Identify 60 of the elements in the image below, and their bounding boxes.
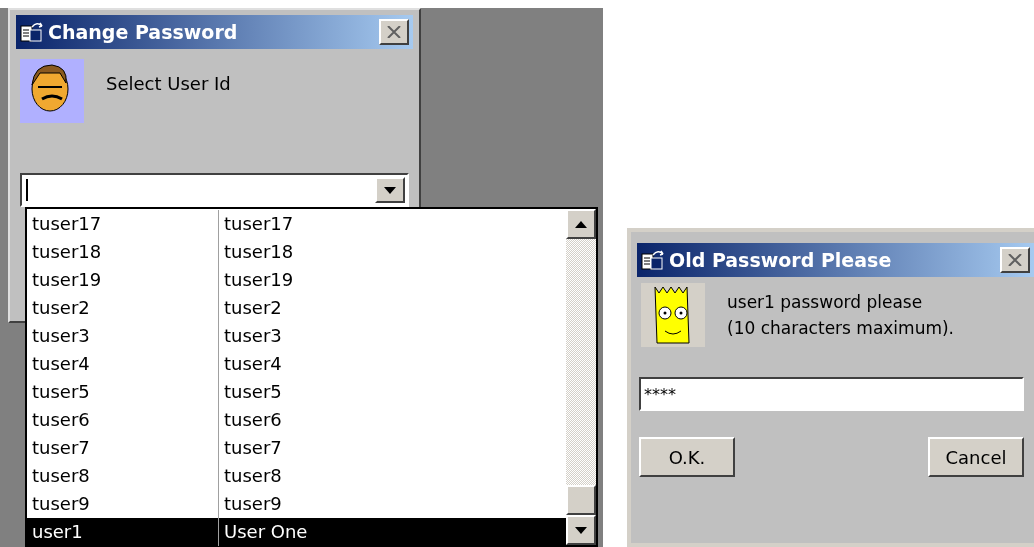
- user-id-cell: tuser3: [27, 322, 219, 350]
- cancel-button[interactable]: Cancel: [928, 437, 1024, 477]
- user-id-cell: tuser18: [27, 238, 219, 266]
- user-name-cell-text: tuser8: [223, 464, 283, 488]
- list-row[interactable]: tuser17 tuser17: [27, 210, 566, 238]
- message-text: user1 password please: [727, 291, 924, 314]
- close-icon: [387, 26, 401, 38]
- prompt-text: Select User Id: [106, 73, 231, 96]
- up-arrow-icon: [575, 220, 587, 228]
- scrollbar[interactable]: [566, 209, 596, 545]
- user-id-cell: tuser8: [27, 462, 219, 490]
- user-id-cell: tuser5: [27, 378, 219, 406]
- scroll-up-button[interactable]: [566, 209, 596, 239]
- down-arrow-icon: [384, 186, 396, 194]
- dropdown-button[interactable]: [375, 177, 405, 203]
- message-text: (10 characters maximum).: [727, 317, 955, 340]
- list-row[interactable]: tuser2 tuser2: [27, 294, 566, 322]
- window-icon: [641, 249, 665, 271]
- list-row[interactable]: tuser3 tuser3: [27, 322, 566, 350]
- text-cursor: [26, 179, 28, 201]
- close-button[interactable]: [379, 19, 409, 45]
- down-arrow-icon: [575, 526, 587, 534]
- close-button[interactable]: [1000, 247, 1030, 273]
- user-name-cell-text: tuser4: [223, 352, 283, 376]
- list-row[interactable]: tuser8 tuser8: [27, 462, 566, 490]
- cartoon-face-icon: [641, 283, 705, 347]
- scroll-down-button[interactable]: [566, 515, 596, 545]
- list-row[interactable]: tuser19 tuser19: [27, 266, 566, 294]
- user-id-cell: tuser6: [27, 406, 219, 434]
- user-name-cell-text: tuser3: [223, 324, 283, 348]
- user-name-cell-text: tuser17: [223, 212, 295, 236]
- list-row[interactable]: user1 User One: [27, 518, 566, 546]
- user-id-cell: tuser19: [27, 266, 219, 294]
- list-row[interactable]: tuser4 tuser4: [27, 350, 566, 378]
- user-name-cell-text: tuser6: [223, 408, 283, 432]
- list-row[interactable]: tuser6 tuser6: [27, 406, 566, 434]
- password-field[interactable]: ****: [639, 377, 1024, 411]
- user-name-cell-text: tuser18: [223, 240, 295, 264]
- user-id-cell: user1: [27, 518, 219, 546]
- ok-button[interactable]: O.K.: [639, 437, 735, 477]
- user-id-cell: tuser4: [27, 350, 219, 378]
- user-id-cell: tuser17: [27, 210, 219, 238]
- window-title: Change Password: [48, 21, 239, 43]
- user-id-cell: tuser7: [27, 434, 219, 462]
- list-row[interactable]: tuser18 tuser18: [27, 238, 566, 266]
- list-row[interactable]: tuser5 tuser5: [27, 378, 566, 406]
- window-icon: [20, 21, 44, 43]
- cartoon-face-icon: [20, 59, 84, 123]
- user-name-cell-text: tuser5: [223, 380, 283, 404]
- user-name-cell-text: User One: [223, 520, 309, 544]
- close-icon: [1008, 254, 1022, 266]
- user-name-cell-text: tuser7: [223, 436, 283, 460]
- user-id-cell: tuser2: [27, 294, 219, 322]
- user-name-cell-text: tuser2: [223, 296, 283, 320]
- window-title: Old Password Please: [669, 249, 893, 271]
- user-id-combo-box[interactable]: [20, 173, 409, 207]
- scrollbar-thumb[interactable]: [566, 485, 596, 515]
- user-name-cell-text: tuser19: [223, 268, 295, 292]
- list-row[interactable]: tuser7 tuser7: [27, 434, 566, 462]
- user-name-cell-text: tuser9: [223, 492, 283, 516]
